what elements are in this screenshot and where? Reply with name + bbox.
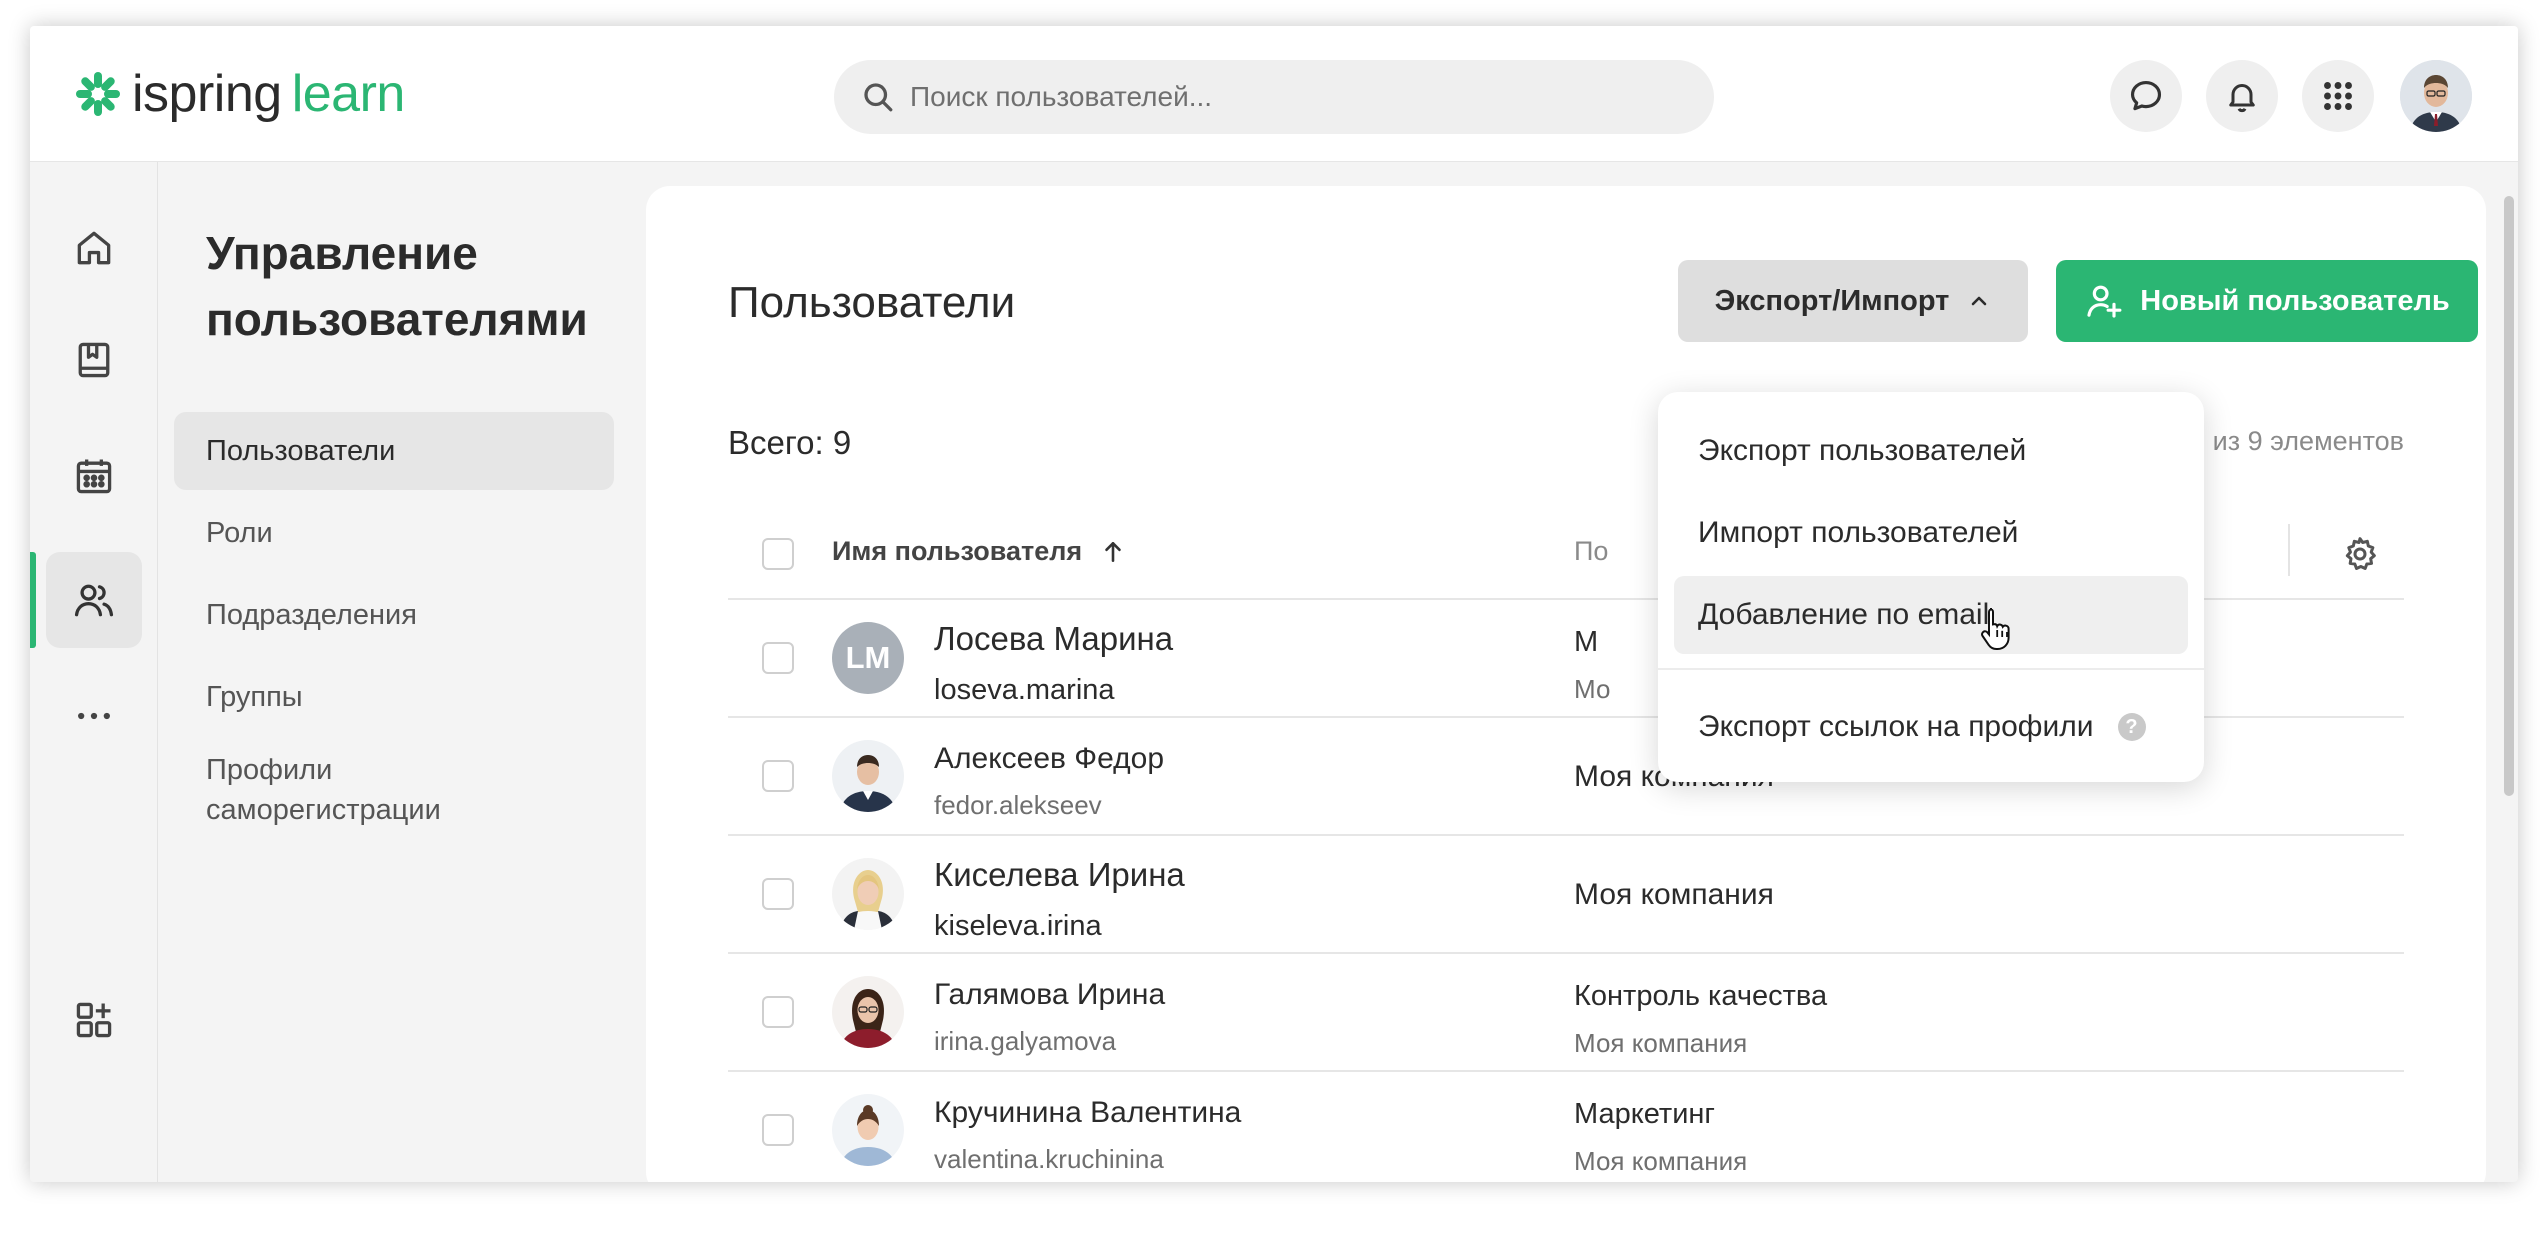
total-count: Всего: 9 xyxy=(728,424,852,461)
logo[interactable]: ispring learn xyxy=(74,66,405,122)
chat-icon xyxy=(2130,80,2162,111)
logo-text-secondary: learn xyxy=(291,65,406,123)
app-window: ispring learn Поиск пользователей... Упр… xyxy=(30,26,2518,1182)
user-login: loseva.marina xyxy=(934,674,1115,706)
book-icon xyxy=(78,342,110,378)
row-checkbox[interactable] xyxy=(762,878,794,910)
rail-learning[interactable] xyxy=(46,312,142,408)
menu-item-import-users[interactable]: Импорт пользователей xyxy=(1674,494,2188,572)
bell-icon xyxy=(2229,84,2255,113)
page-scrollbar[interactable] xyxy=(2504,196,2514,796)
menu-item-export-profile-links-label: Экспорт ссылок на профили xyxy=(1698,710,2094,743)
home-icon xyxy=(77,231,111,265)
sidebar-item-users[interactable]: Пользователи xyxy=(174,412,614,490)
avatar xyxy=(832,976,904,1048)
avatar-initials: LM xyxy=(832,622,904,694)
row-checkbox[interactable] xyxy=(762,1114,794,1146)
column-name-header[interactable]: Имя пользователя xyxy=(832,536,1126,567)
logo-text-primary: ispring xyxy=(132,65,282,123)
rail-home[interactable] xyxy=(46,200,142,296)
user-login: irina.galyamova xyxy=(934,1026,1117,1056)
search-box[interactable] xyxy=(834,60,1714,134)
avatar xyxy=(832,858,904,930)
row-checkbox[interactable] xyxy=(762,642,794,674)
notifications-button[interactable] xyxy=(2206,60,2278,132)
sidebar-item-self-registration[interactable]: Профили саморегистрации xyxy=(174,742,534,838)
main-panel: Пользователи Экспорт/Импорт Новый пользо… xyxy=(646,186,2486,1182)
menu-item-add-by-email[interactable]: Добавление по email xyxy=(1674,576,2188,654)
user-login: kiseleva.irina xyxy=(934,910,1102,942)
chat-button[interactable] xyxy=(2110,60,2182,132)
user-name[interactable]: Лосева Марина xyxy=(934,620,1173,658)
user-name[interactable]: Киселева Ирина xyxy=(934,856,1185,894)
rail-users[interactable] xyxy=(46,552,142,648)
rail-calendar[interactable] xyxy=(46,428,142,524)
sidebar-title: Управление пользователями xyxy=(206,227,588,345)
user-company: Моя компания xyxy=(1574,1028,1748,1058)
new-user-label: Новый пользователь xyxy=(2140,284,2450,317)
user-department: Маркетинг xyxy=(1574,1098,1715,1130)
search-icon xyxy=(864,83,893,112)
export-import-button[interactable]: Экспорт/Импорт xyxy=(1678,260,2028,342)
export-import-menu: Экспорт пользователей Импорт пользовател… xyxy=(1658,392,2204,782)
table-row[interactable]: Кручинина Валентина valentina.kruchinina… xyxy=(728,1072,2404,1182)
add-app-icon xyxy=(76,1002,112,1038)
select-all-checkbox[interactable] xyxy=(762,538,794,570)
user-department: Контроль качества xyxy=(1574,980,1828,1012)
sidebar-item-groups[interactable]: Группы xyxy=(174,658,614,736)
sidebar-item-roles[interactable]: Роли xyxy=(174,494,614,572)
column-dept-header[interactable]: По xyxy=(1574,536,1608,567)
logo-flower-icon xyxy=(74,70,122,118)
user-login: valentina.kruchinina xyxy=(934,1144,1164,1174)
gear-icon xyxy=(2345,537,2376,570)
avatar xyxy=(832,740,904,812)
user-name[interactable]: Алексеев Федор xyxy=(934,742,1164,776)
user-company: Мо xyxy=(1574,674,1611,704)
table-settings-button[interactable] xyxy=(2340,534,2380,579)
add-user-icon xyxy=(2087,285,2122,318)
calendar-icon xyxy=(76,459,112,494)
search-input[interactable] xyxy=(910,81,1670,113)
sidebar-item-departments[interactable]: Подразделения xyxy=(174,576,614,654)
user-department: М xyxy=(1574,626,1599,658)
sidebar: Управление пользователями Пользователи Р… xyxy=(158,162,628,1182)
user-login: fedor.alekseev xyxy=(934,790,1102,820)
menu-item-export-profile-links[interactable]: Экспорт ссылок на профили ? xyxy=(1674,688,2188,766)
rail-active-indicator xyxy=(30,552,36,648)
header-divider xyxy=(2288,524,2290,576)
avatar xyxy=(832,1094,904,1166)
apps-grid-icon xyxy=(2324,82,2352,110)
new-user-button[interactable]: Новый пользователь xyxy=(2056,260,2478,342)
sort-arrow-up-icon xyxy=(1105,541,1121,562)
user-avatar[interactable] xyxy=(2400,60,2472,132)
help-icon[interactable]: ? xyxy=(2117,713,2146,741)
user-name[interactable]: Галямова Ирина xyxy=(934,978,1165,1012)
rail-add-app[interactable] xyxy=(46,972,142,1068)
users-icon xyxy=(74,584,114,617)
page-title: Пользователи xyxy=(728,278,1016,327)
row-checkbox[interactable] xyxy=(762,996,794,1028)
hand-cursor-icon xyxy=(1980,606,2016,657)
row-checkbox[interactable] xyxy=(762,760,794,792)
icon-rail xyxy=(30,162,158,1182)
rail-more[interactable] xyxy=(46,668,142,764)
chevron-up-icon xyxy=(1972,296,1987,306)
menu-item-export-users[interactable]: Экспорт пользователей xyxy=(1674,412,2188,490)
menu-divider xyxy=(1658,668,2204,670)
export-import-label: Экспорт/Импорт xyxy=(1714,284,1950,317)
user-company: Моя компания xyxy=(1574,1146,1748,1176)
user-name[interactable]: Кручинина Валентина xyxy=(934,1096,1241,1130)
user-company: Моя компания xyxy=(1574,878,1774,911)
table-row[interactable]: Галямова Ирина irina.galyamova Контроль … xyxy=(728,954,2404,1072)
top-bar: ispring learn xyxy=(30,26,2518,162)
apps-button[interactable] xyxy=(2302,60,2374,132)
more-icon xyxy=(78,712,110,720)
column-name-label: Имя пользователя xyxy=(832,536,1083,566)
table-row[interactable]: Киселева Ирина kiseleva.irina Моя компан… xyxy=(728,836,2404,954)
